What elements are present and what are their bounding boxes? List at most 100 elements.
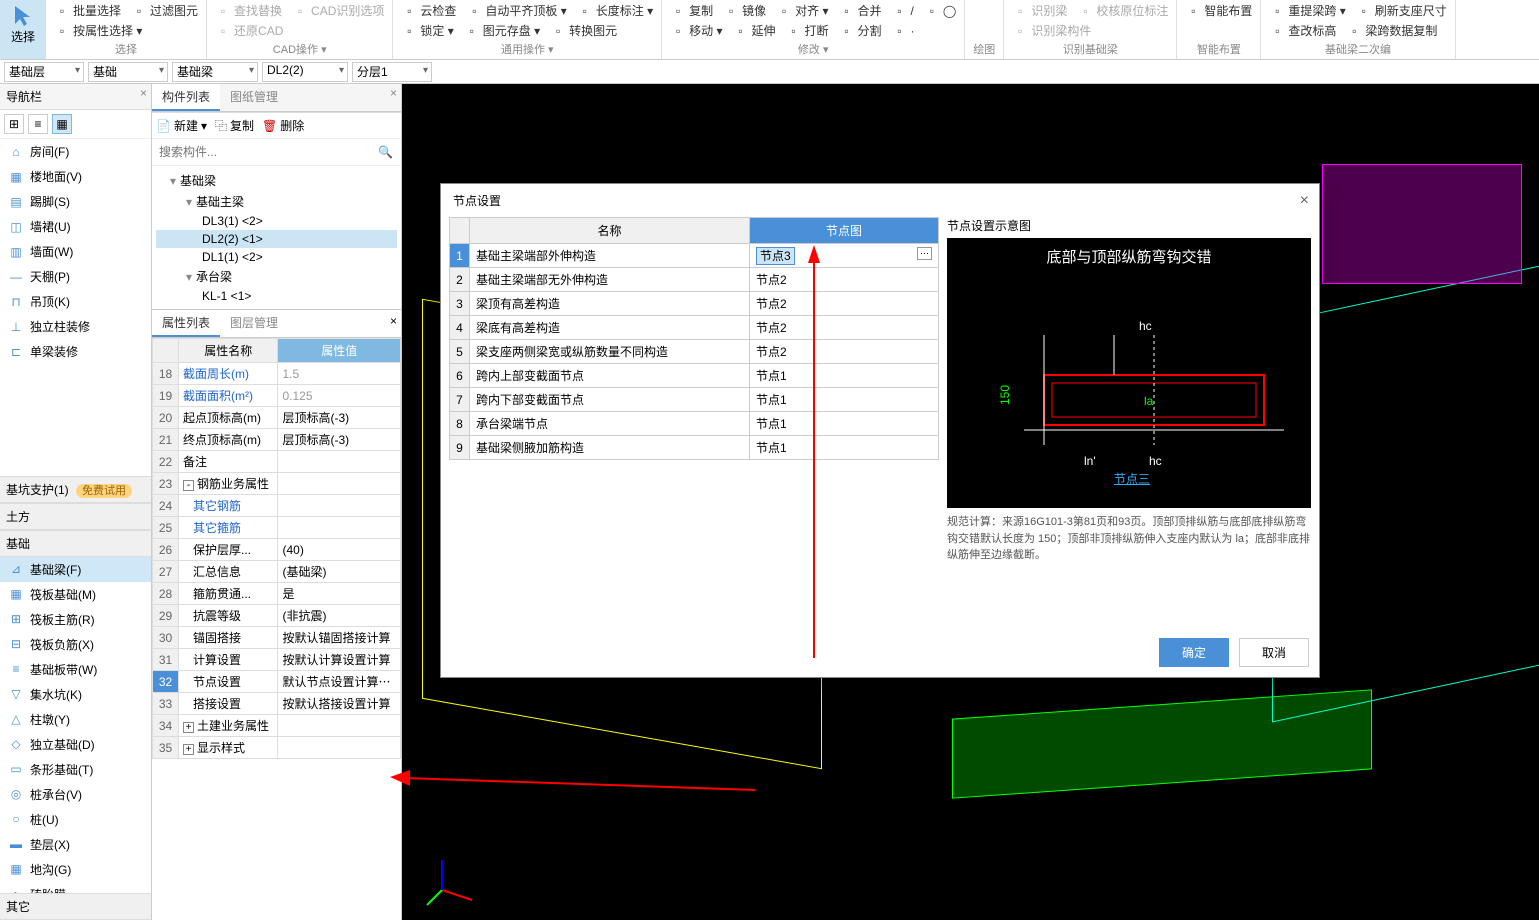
property-row[interactable]: 20起点顶标高(m)层顶标高(-3) — [153, 407, 401, 429]
combo-category[interactable]: 基础 — [88, 62, 168, 82]
tab-component-list[interactable]: 构件列表 — [152, 84, 220, 111]
node-value-cell[interactable]: 节点1 — [750, 436, 939, 460]
ellipsis-button[interactable]: ⋯ — [378, 675, 390, 689]
ribbon-item[interactable]: ▫转换图元 — [550, 22, 617, 39]
tree-toggle-icon[interactable]: ▾ — [170, 174, 176, 188]
nav-item[interactable]: ⊟筏板负筋(X) — [0, 632, 151, 657]
ribbon-item[interactable]: ▫识别梁 — [1012, 2, 1067, 19]
property-value[interactable]: (40) — [278, 539, 401, 561]
cancel-button[interactable]: 取消 — [1239, 638, 1309, 667]
node-row[interactable]: 2基础主梁端部无外伸构造节点2 — [450, 268, 939, 292]
tree-toggle-icon[interactable]: ▾ — [186, 270, 192, 284]
node-row[interactable]: 3梁顶有高差构造节点2 — [450, 292, 939, 316]
ribbon-item[interactable]: ▫打断 — [786, 22, 829, 39]
combo-member[interactable]: DL2(2) — [262, 62, 348, 82]
ribbon-item[interactable]: ▫◯ — [924, 2, 956, 19]
property-row[interactable]: 27 汇总信息(基础梁) — [153, 561, 401, 583]
ribbon-item[interactable]: ▫对齐 ▾ — [776, 2, 828, 19]
ribbon-select-tool[interactable]: 选择 — [0, 0, 46, 59]
property-value[interactable]: 按默认计算设置计算 — [278, 649, 401, 671]
node-value-cell[interactable]: 节点2 — [750, 316, 939, 340]
nav-item[interactable]: △柱墩(Y) — [0, 707, 151, 732]
tree-item[interactable]: ▾基础主梁 — [156, 191, 397, 212]
node-row[interactable]: 6跨内上部变截面节点节点1 — [450, 364, 939, 388]
nav-item[interactable]: ▤踢脚(S) — [0, 189, 151, 214]
property-row[interactable]: 35+显示样式 — [153, 737, 401, 759]
close-icon[interactable]: × — [386, 310, 401, 337]
nav-item[interactable]: ▭条形基础(T) — [0, 757, 151, 782]
ribbon-item[interactable]: ▫分割 — [839, 22, 882, 39]
ok-button[interactable]: 确定 — [1159, 638, 1229, 667]
property-row[interactable]: 29 抗震等级(非抗震) — [153, 605, 401, 627]
nav-item[interactable]: ⊞筏板主筋(R) — [0, 607, 151, 632]
property-value[interactable] — [278, 737, 401, 759]
property-value[interactable]: 默认节点设置计算⋯ — [278, 671, 401, 693]
node-value-cell[interactable]: 节点3⋯ — [750, 244, 939, 268]
nav-item[interactable]: ▥墙面(W) — [0, 239, 151, 264]
ribbon-item[interactable]: ▫云检查 — [401, 2, 456, 19]
ribbon-item[interactable]: ▫刷新支座尺寸 — [1356, 2, 1447, 19]
node-value-cell[interactable]: 节点1 — [750, 412, 939, 436]
ribbon-item[interactable]: ▫自动平齐顶板 ▾ — [466, 2, 566, 19]
search-icon[interactable]: 🔍 — [378, 145, 393, 159]
nav-section-earth[interactable]: 土方 — [0, 503, 151, 530]
expand-icon[interactable]: + — [183, 722, 194, 733]
ribbon-item[interactable]: ▫查改标高 — [1269, 22, 1336, 39]
property-value[interactable]: 层顶标高(-3) — [278, 429, 401, 451]
ribbon-item[interactable]: ▫重提梁跨 ▾ — [1269, 2, 1345, 19]
ribbon-item[interactable]: ▫还原CAD — [215, 22, 283, 39]
nav-item[interactable]: ▦楼地面(V) — [0, 164, 151, 189]
combo-floor[interactable]: 基础层 — [4, 62, 84, 82]
nav-item[interactable]: ◫墙裙(U) — [0, 214, 151, 239]
ribbon-item[interactable]: ▫延伸 — [732, 22, 775, 39]
tab-property-list[interactable]: 属性列表 — [152, 310, 220, 337]
property-row[interactable]: 19截面面积(m²)0.125 — [153, 385, 401, 407]
nav-item[interactable]: ⊏单梁装修 — [0, 339, 151, 364]
ribbon-item[interactable]: ▫· — [892, 22, 915, 39]
ribbon-item[interactable]: ▫图元存盘 ▾ — [464, 22, 540, 39]
ribbon-item[interactable]: ▫移动 ▾ — [670, 22, 722, 39]
property-value[interactable] — [278, 517, 401, 539]
ribbon-item[interactable]: ▫过滤图元 — [131, 2, 198, 19]
nav-view-grid[interactable]: ▦ — [52, 114, 72, 134]
property-row[interactable]: 33 搭接设置按默认搭接设置计算 — [153, 693, 401, 715]
nav-section-foundation[interactable]: 基础 — [0, 530, 151, 557]
property-row[interactable]: 21终点顶标高(m)层顶标高(-3) — [153, 429, 401, 451]
tab-layer-mgmt[interactable]: 图层管理 — [220, 310, 288, 337]
tree-toggle-icon[interactable]: ▾ — [186, 195, 192, 209]
property-value[interactable] — [278, 715, 401, 737]
property-row[interactable]: 25 其它箍筋 — [153, 517, 401, 539]
node-row[interactable]: 4梁底有高差构造节点2 — [450, 316, 939, 340]
property-value[interactable] — [278, 451, 401, 473]
node-value-cell[interactable]: 节点2 — [750, 292, 939, 316]
delete-button[interactable]: 🗑删除 — [262, 117, 304, 134]
ribbon-item[interactable]: ▫智能布置 — [1185, 2, 1252, 19]
close-icon[interactable]: × — [390, 86, 397, 100]
expand-icon[interactable]: - — [183, 480, 194, 491]
nav-item[interactable]: ⊿基础梁(F) — [0, 557, 151, 582]
property-row[interactable]: 34+土建业务属性 — [153, 715, 401, 737]
nav-item[interactable]: ▦筏板基础(M) — [0, 582, 151, 607]
node-row[interactable]: 7跨内下部变截面节点节点1 — [450, 388, 939, 412]
nav-item[interactable]: ⊓吊顶(K) — [0, 289, 151, 314]
expand-icon[interactable]: + — [183, 744, 194, 755]
close-icon[interactable]: × — [1300, 192, 1309, 210]
ribbon-item[interactable]: ▫CAD识别选项 — [292, 2, 384, 19]
tree-item[interactable]: DL3(1) <2> — [156, 212, 397, 230]
ellipsis-button[interactable]: ⋯ — [917, 247, 932, 260]
nav-item[interactable]: ≡基础板带(W) — [0, 657, 151, 682]
property-value[interactable]: 按默认搭接设置计算 — [278, 693, 401, 715]
node-value-cell[interactable]: 节点1 — [750, 388, 939, 412]
ribbon-item[interactable]: ▫复制 — [670, 2, 713, 19]
nav-item[interactable]: ▦地沟(G) — [0, 857, 151, 882]
nav-item[interactable]: ▽集水坑(K) — [0, 682, 151, 707]
property-row[interactable]: 30 锚固搭接按默认锚固搭接计算 — [153, 627, 401, 649]
tree-item[interactable]: ▾承台梁 — [156, 266, 397, 287]
nav-item[interactable]: ⌂房间(F) — [0, 139, 151, 164]
ribbon-item[interactable]: ▫长度标注 ▾ — [577, 2, 653, 19]
ribbon-item[interactable]: ▫查找替换 — [215, 2, 282, 19]
property-row[interactable]: 24 其它钢筋 — [153, 495, 401, 517]
ribbon-item[interactable]: ▫锁定 ▾ — [401, 22, 453, 39]
property-row[interactable]: 26 保护层厚...(40) — [153, 539, 401, 561]
search-input[interactable] — [155, 142, 398, 162]
